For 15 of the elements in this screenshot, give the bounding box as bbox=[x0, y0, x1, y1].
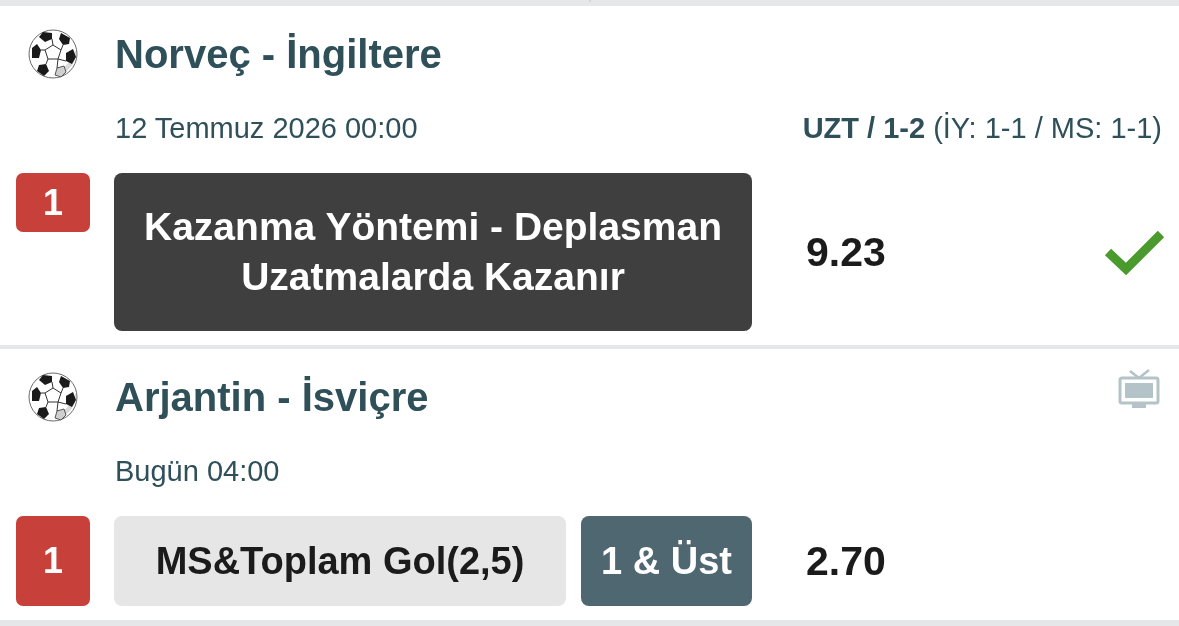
match-result: UZT / 1-2 (İY: 1-1 / MS: 1-1) bbox=[802, 111, 1162, 146]
match-title: Norveç - İngiltere bbox=[115, 31, 442, 78]
match-date: Bugün 04:00 bbox=[115, 454, 280, 489]
tv-icon[interactable] bbox=[1118, 368, 1160, 408]
match-title: Arjantin - İsviçre bbox=[115, 374, 429, 421]
soccer-ball-icon bbox=[28, 28, 78, 80]
soccer-ball-icon bbox=[28, 371, 78, 423]
bet-pick: 1 & Üst bbox=[581, 516, 752, 606]
odds-value: 2.70 bbox=[806, 537, 886, 585]
odds-value: 9.23 bbox=[806, 228, 886, 276]
match-date: 12 Temmuz 2026 00:00 bbox=[115, 111, 418, 146]
selection-number-badge: 1 bbox=[16, 173, 90, 232]
selection-number-badge: 1 bbox=[16, 516, 90, 606]
bet-market: Kazanma Yöntemi - Deplasman Uzatmalarda Kazanır bbox=[114, 173, 752, 331]
bet-market: MS&Toplam Gol(2,5) bbox=[114, 516, 567, 606]
